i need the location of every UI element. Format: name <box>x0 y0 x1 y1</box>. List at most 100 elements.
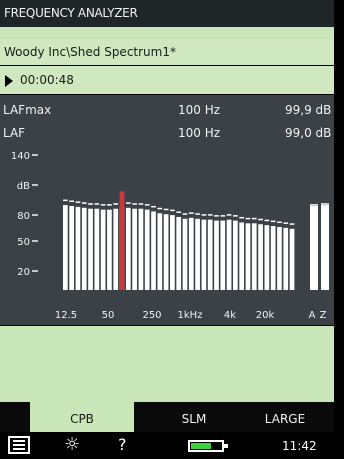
max-hold-mark <box>170 209 175 212</box>
project-path: Woody Inc\Shed Spectrum1* <box>4 45 176 59</box>
max-hold-mark <box>264 219 270 222</box>
max-hold-mark <box>132 203 137 205</box>
elapsed-time-bar[interactable]: 00:00:48 <box>0 66 334 94</box>
max-hold-mark <box>277 221 282 223</box>
screen-edge <box>334 0 344 459</box>
spectrum-bar <box>182 218 188 290</box>
spectrum-bar <box>201 219 207 290</box>
tab-large[interactable]: LARGE <box>240 402 330 432</box>
spectrum-bar <box>81 207 87 290</box>
broadband-bar <box>321 205 329 290</box>
status-bar: ☼ ? 11:42 <box>0 432 334 459</box>
clock: 11:42 <box>282 439 317 453</box>
max-hold-mark <box>107 204 112 206</box>
measurement-name: LAFmax <box>3 103 52 117</box>
spectrum-bar <box>75 206 81 290</box>
x-tick-label: 12.5 <box>55 310 77 321</box>
x-tick-label: 250 <box>142 310 161 321</box>
title-bar: FREQUENCY ANALYZER <box>0 0 334 28</box>
measurement-frequency: 100 Hz <box>178 126 221 140</box>
help-icon[interactable]: ? <box>118 436 127 454</box>
max-hold-mark <box>188 212 194 214</box>
y-tick-label: 80 <box>17 211 30 222</box>
spectrum-bar <box>239 222 245 290</box>
spectrum-bar <box>125 207 131 290</box>
max-hold-mark <box>182 213 188 215</box>
spectrum-bar <box>207 219 213 290</box>
tab-bar: CPB SLM LARGE <box>0 402 334 432</box>
header-separator <box>0 27 334 39</box>
spectrum-bar <box>270 226 276 290</box>
broadband-bar <box>310 205 318 290</box>
max-hold-mark <box>201 214 207 216</box>
max-hold-mark <box>94 203 100 205</box>
max-hold-mark <box>270 220 276 223</box>
y-tick-label: 50 <box>17 237 30 248</box>
spectrum-bar <box>289 228 295 290</box>
max-hold-mark <box>88 203 93 205</box>
spectrum-bar <box>195 218 200 290</box>
spectrum-bar <box>283 227 289 290</box>
spectrum-bar <box>94 208 100 290</box>
spectrum-bar <box>170 215 175 290</box>
x-tick-label: A <box>309 310 316 321</box>
max-hold-mark <box>258 218 263 221</box>
max-hold-mark <box>81 202 87 204</box>
max-hold-mark <box>63 199 68 202</box>
spectrum-chart[interactable]: 140 dB 80 50 20 12.5 50 250 1kHz 4k 20k A Z <box>0 145 334 325</box>
spectrum-bar <box>176 216 182 290</box>
broadband-max-mark <box>321 203 329 205</box>
spectrum-bar <box>264 225 270 290</box>
max-hold-mark <box>176 211 182 213</box>
max-hold-mark <box>138 203 144 205</box>
spectrum-bar <box>251 223 257 290</box>
max-hold-mark <box>125 202 131 204</box>
spectrum-bar <box>63 205 68 290</box>
measurement-row[interactable]: LAF 100 Hz 99,0 dB <box>0 126 334 144</box>
spectrum-bar <box>151 211 156 290</box>
measurement-row[interactable]: LAFmax 100 Hz 99,9 dB <box>0 103 334 121</box>
max-hold-mark <box>289 223 295 225</box>
battery-icon <box>188 440 228 452</box>
x-tick-label: 1kHz <box>178 310 203 321</box>
max-hold-mark <box>100 204 106 206</box>
spectrum-bar <box>88 208 93 290</box>
spectrum-bar <box>220 220 226 290</box>
max-hold-mark <box>113 203 119 205</box>
spectrum-bar <box>100 209 106 290</box>
spectrum-bar <box>69 205 74 290</box>
measurement-name: LAF <box>3 126 26 140</box>
page-title: FREQUENCY ANALYZER <box>4 6 138 20</box>
max-hold-mark <box>226 214 232 216</box>
menu-icon[interactable] <box>8 436 30 454</box>
project-path-bar[interactable]: Woody Inc\Shed Spectrum1* <box>0 39 334 65</box>
spectrum-bar <box>107 209 112 290</box>
x-tick-label: 4k <box>224 310 236 321</box>
frequency-cursor <box>119 191 125 290</box>
spectrum-bar <box>138 208 144 290</box>
play-icon[interactable] <box>5 75 13 87</box>
max-hold-mark <box>207 214 213 216</box>
spectrum-bar <box>245 223 251 290</box>
spectrum-bar <box>188 217 194 290</box>
tab-slm[interactable]: SLM <box>164 402 224 432</box>
max-hold-mark <box>251 217 257 220</box>
max-hold-mark <box>157 207 163 210</box>
y-tick-label: 20 <box>17 267 30 278</box>
x-tick-label: Z <box>320 310 327 321</box>
brightness-icon[interactable]: ☼ <box>64 436 80 454</box>
measurement-value: 99,9 dB <box>285 103 332 117</box>
spectrum-bar <box>226 219 232 290</box>
max-hold-mark <box>163 208 169 211</box>
analyzer-screen: FREQUENCY ANALYZER Woody Inc\Shed Spectr… <box>0 0 334 459</box>
max-hold-mark <box>283 222 289 224</box>
max-hold-mark <box>214 215 219 217</box>
spectrum-bar <box>277 226 282 290</box>
tab-cpb[interactable]: CPB <box>30 402 134 432</box>
y-tick-label: 140 <box>11 151 30 162</box>
x-tick-label: 20k <box>256 310 275 321</box>
broadband-max-mark <box>310 204 318 206</box>
max-hold-mark <box>69 200 74 202</box>
measurement-value: 99,0 dB <box>285 126 332 140</box>
spectrum-bar <box>163 214 169 290</box>
